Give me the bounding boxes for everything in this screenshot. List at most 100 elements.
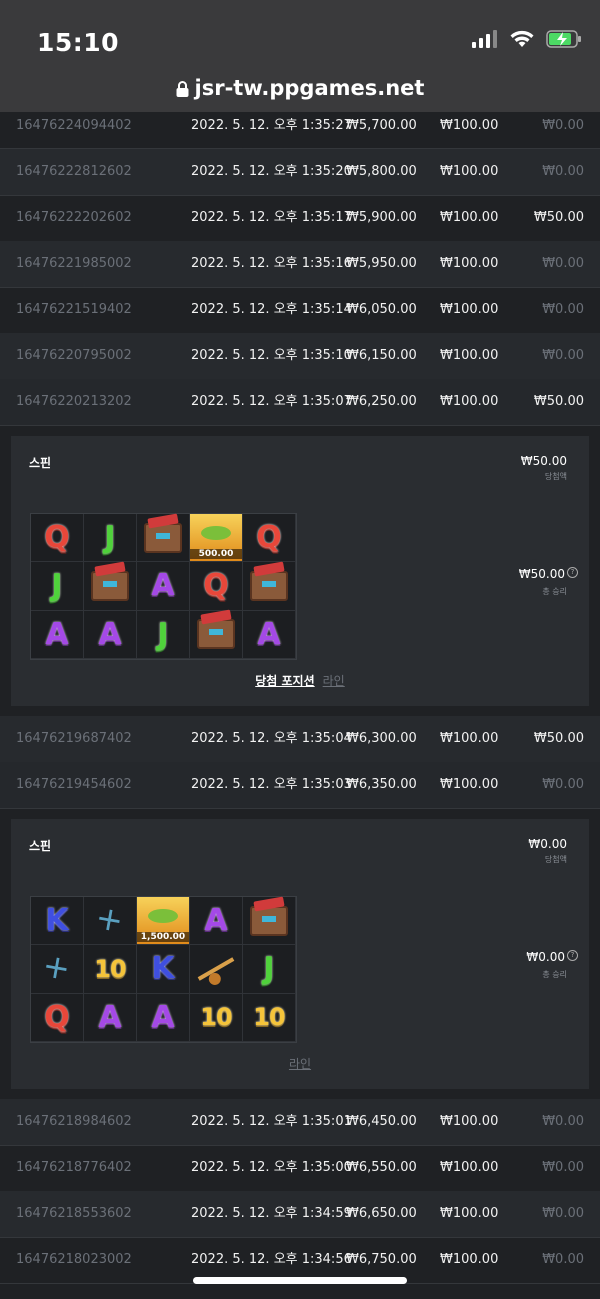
reel-grid: K ✕ 1,500.00 A ✕ 10 K J Q A A 10 10	[30, 896, 297, 1043]
symbol-k-icon: K	[31, 897, 84, 946]
round-bet: ₩100.00	[440, 394, 499, 409]
round-time: 2022. 5. 12. 오후 1:35:01	[191, 1114, 352, 1129]
fish-value: 500.00	[190, 549, 242, 560]
table-row[interactable]: 16476221519402 2022. 5. 12. 오후 1:35:14 ₩…	[0, 287, 600, 334]
round-balance: ₩5,950.00	[346, 256, 417, 271]
table-row[interactable]: 16476220795002 2022. 5. 12. 오후 1:35:10 ₩…	[0, 333, 600, 380]
help-icon[interactable]: ?	[567, 567, 578, 578]
round-id: 16476218984602	[16, 1114, 132, 1129]
round-balance: ₩6,150.00	[346, 348, 417, 363]
win-amount: ₩50.00	[520, 454, 567, 468]
round-win: ₩0.00	[542, 1206, 584, 1221]
win-label: 당첨액	[544, 472, 567, 481]
round-bet: ₩100.00	[440, 1114, 499, 1129]
symbol-k-icon: K	[137, 945, 190, 994]
tackle-box-icon	[243, 897, 296, 946]
round-time: 2022. 5. 12. 오후 1:35:10	[191, 348, 352, 363]
table-row[interactable]: 16476218984602 2022. 5. 12. 오후 1:35:01 ₩…	[0, 1099, 600, 1146]
status-time: 15:10	[37, 28, 120, 57]
table-row[interactable]: 16476222812602 2022. 5. 12. 오후 1:35:20 ₩…	[0, 149, 600, 196]
table-row[interactable]: 16476224094402 2022. 5. 12. 오후 1:35:27 ₩…	[0, 112, 600, 149]
round-win: ₩50.00	[533, 394, 584, 409]
round-balance: ₩5,800.00	[346, 164, 417, 179]
round-time: 2022. 5. 12. 오후 1:35:16	[191, 256, 352, 271]
round-balance: ₩6,250.00	[346, 394, 417, 409]
symbol-j-icon: J	[84, 514, 137, 563]
round-id: 16476218023002	[16, 1252, 132, 1267]
total-win: ₩0.00?	[526, 950, 578, 964]
round-time: 2022. 5. 12. 오후 1:35:27	[191, 118, 352, 133]
table-row-expanded[interactable]: 16476219454602 2022. 5. 12. 오후 1:35:03 ₩…	[0, 762, 600, 809]
round-time: 2022. 5. 12. 오후 1:35:14	[191, 302, 352, 317]
wifi-icon	[510, 30, 534, 47]
table-row[interactable]: 16476221985002 2022. 5. 12. 오후 1:35:16 ₩…	[0, 241, 600, 288]
round-win: ₩0.00	[542, 164, 584, 179]
symbol-q-icon: Q	[31, 514, 84, 563]
round-time: 2022. 5. 12. 오후 1:34:59	[191, 1206, 352, 1221]
round-id: 16476221985002	[16, 256, 132, 271]
battery-charging-icon	[546, 30, 581, 48]
round-balance: ₩5,700.00	[346, 118, 417, 133]
dragonfly-icon: ✕	[84, 897, 137, 946]
money-fish-icon: 500.00	[190, 514, 243, 563]
table-row[interactable]: 16476218553602 2022. 5. 12. 오후 1:34:59 ₩…	[0, 1191, 600, 1238]
round-bet: ₩100.00	[440, 302, 499, 317]
round-win: ₩0.00	[542, 302, 584, 317]
help-icon[interactable]: ?	[567, 950, 578, 961]
home-indicator[interactable]	[193, 1277, 407, 1284]
symbol-a-icon: A	[84, 993, 137, 1042]
table-row[interactable]: 16476222202602 2022. 5. 12. 오후 1:35:17 ₩…	[0, 195, 600, 242]
round-time: 2022. 5. 12. 오후 1:35:07	[191, 394, 352, 409]
symbol-10-icon: 10	[243, 993, 296, 1042]
round-id: 16476221519402	[16, 302, 132, 317]
win-label: 당첨액	[544, 855, 567, 864]
fish-value: 1,500.00	[137, 932, 189, 943]
tab-lines[interactable]: 라인	[323, 674, 345, 688]
table-row[interactable]: 16476219687402 2022. 5. 12. 오후 1:35:04 ₩…	[0, 716, 600, 763]
round-balance: ₩6,550.00	[346, 1160, 417, 1175]
symbol-q-icon: Q	[190, 562, 243, 611]
total-win-label: 총 승리	[542, 970, 567, 979]
round-bet: ₩100.00	[440, 118, 499, 133]
round-balance: ₩6,650.00	[346, 1206, 417, 1221]
round-id: 16476224094402	[16, 118, 132, 133]
tackle-box-icon	[137, 514, 190, 563]
round-bet: ₩100.00	[440, 1252, 499, 1267]
table-row[interactable]: 16476218776402 2022. 5. 12. 오후 1:35:00 ₩…	[0, 1145, 600, 1192]
round-win: ₩0.00	[542, 348, 584, 363]
round-id: 16476219454602	[16, 777, 132, 792]
round-bet: ₩100.00	[440, 777, 499, 792]
dragonfly-icon: ✕	[31, 945, 84, 994]
round-time: 2022. 5. 12. 오후 1:35:00	[191, 1160, 352, 1175]
total-win-amount: ₩0.00	[526, 950, 565, 964]
spin-title: 스핀	[29, 839, 52, 853]
symbol-q-icon: Q	[31, 993, 84, 1042]
table-row-expanded[interactable]: 16476220213202 2022. 5. 12. 오후 1:35:07 ₩…	[0, 379, 600, 426]
round-win: ₩50.00	[533, 210, 584, 225]
symbol-j-icon: J	[137, 610, 190, 659]
lock-icon	[176, 81, 189, 97]
address-bar[interactable]: jsr-tw.ppgames.net	[0, 76, 600, 100]
tab-lines[interactable]: 라인	[289, 1057, 311, 1071]
total-win: ₩50.00?	[519, 567, 578, 581]
round-win: ₩0.00	[542, 256, 584, 271]
symbol-a-icon: A	[84, 610, 137, 659]
view-tabs: 라인	[11, 1055, 589, 1072]
round-time: 2022. 5. 12. 오후 1:35:20	[191, 164, 352, 179]
total-win-amount: ₩50.00	[518, 567, 565, 581]
reel-grid: Q J 500.00 Q J A Q A A J A	[30, 513, 297, 660]
fishing-rod-icon	[190, 945, 243, 994]
round-id: 16476218776402	[16, 1160, 132, 1175]
round-time: 2022. 5. 12. 오후 1:35:04	[191, 731, 352, 746]
round-balance: ₩6,350.00	[346, 777, 417, 792]
round-bet: ₩100.00	[440, 210, 499, 225]
tackle-box-icon	[190, 610, 243, 659]
round-balance: ₩6,450.00	[346, 1114, 417, 1129]
tab-win-positions[interactable]: 당첨 포지션	[255, 674, 314, 688]
symbol-10-icon: 10	[190, 993, 243, 1042]
symbol-j-icon: J	[31, 562, 84, 611]
round-bet: ₩100.00	[440, 1206, 499, 1221]
spin-detail-panel: 스핀 ₩50.00 당첨액 ₩50.00? 총 승리 Q J 500.00 Q …	[11, 436, 589, 706]
round-balance: ₩6,050.00	[346, 302, 417, 317]
round-win: ₩0.00	[542, 1114, 584, 1129]
